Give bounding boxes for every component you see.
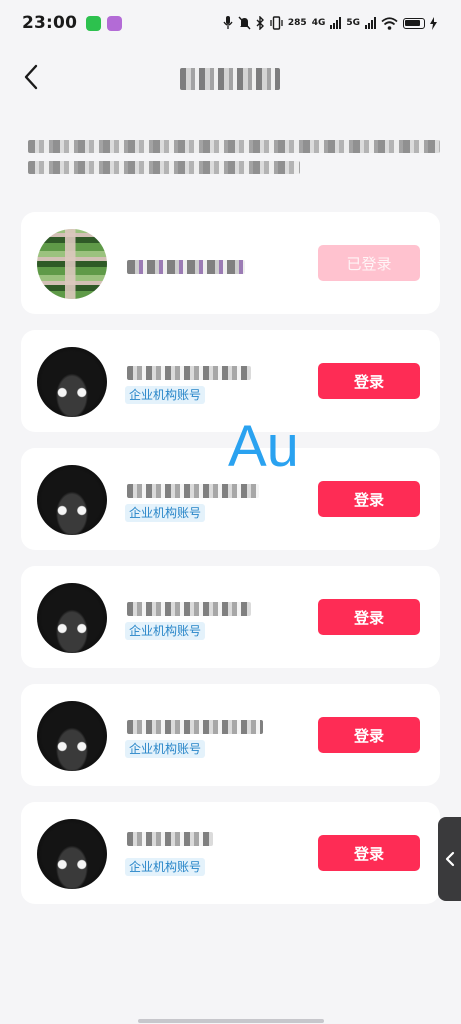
back-button[interactable]: [16, 62, 46, 92]
home-indicator[interactable]: [138, 1019, 324, 1023]
page-description: [28, 140, 440, 182]
account-card[interactable]: 企业机构账号 登录: [21, 684, 440, 786]
vibrate-icon: [270, 16, 283, 30]
description-line: [28, 161, 300, 174]
login-button[interactable]: 登录: [318, 717, 420, 753]
side-panel-handle[interactable]: [438, 817, 461, 901]
signal-4g-label: 4G: [311, 18, 326, 28]
login-button[interactable]: 登录: [318, 599, 420, 635]
avatar: [37, 347, 107, 417]
mute-icon: [238, 16, 251, 30]
avatar: [37, 465, 107, 535]
signal-5g-label: 5G: [346, 18, 360, 28]
account-card[interactable]: 企业机构账号 登录: [21, 566, 440, 668]
account-card[interactable]: 企业机构账号 登录: [21, 802, 440, 904]
avatar: [37, 229, 107, 299]
account-name: [127, 602, 251, 616]
account-name: [127, 260, 245, 274]
logged-in-button[interactable]: 已登录: [318, 245, 420, 281]
app-badge-icon: [107, 15, 123, 31]
login-button[interactable]: 登录: [318, 363, 420, 399]
login-button[interactable]: 登录: [318, 481, 420, 517]
signal-icon: [330, 17, 342, 29]
org-account-tag: 企业机构账号: [125, 740, 206, 758]
account-card[interactable]: 已登录: [21, 212, 440, 314]
charging-icon: [430, 16, 437, 30]
account-name: [127, 720, 263, 734]
org-account-tag: 企业机构账号: [125, 386, 206, 404]
login-button[interactable]: 登录: [318, 835, 420, 871]
chevron-left-icon: [445, 851, 454, 867]
org-account-tag: 企业机构账号: [125, 858, 206, 876]
nav-bar: [0, 56, 461, 100]
account-name: [127, 832, 213, 846]
avatar: [37, 819, 107, 889]
page-title: [180, 68, 280, 90]
avatar: [37, 701, 107, 771]
org-account-tag: 企业机构账号: [125, 504, 206, 522]
wifi-icon: [381, 16, 398, 30]
chevron-left-icon: [24, 64, 38, 90]
signal-icon: [365, 17, 376, 29]
status-icons: 285 4G 5G: [223, 16, 437, 30]
org-account-tag: 企业机构账号: [125, 622, 206, 640]
watermark-text: Au: [228, 414, 299, 479]
avatar: [37, 583, 107, 653]
account-name: [127, 484, 259, 498]
net-speed: 285: [287, 18, 307, 28]
bluetooth-icon: [256, 16, 264, 30]
status-bar: 23:00 285 4G 5G: [0, 0, 461, 46]
status-time: 23:00: [22, 13, 78, 33]
mic-icon: [223, 16, 233, 29]
wechat-icon: [86, 15, 102, 31]
battery-icon: [403, 17, 425, 29]
description-line: [28, 140, 440, 153]
account-name: [127, 366, 251, 380]
